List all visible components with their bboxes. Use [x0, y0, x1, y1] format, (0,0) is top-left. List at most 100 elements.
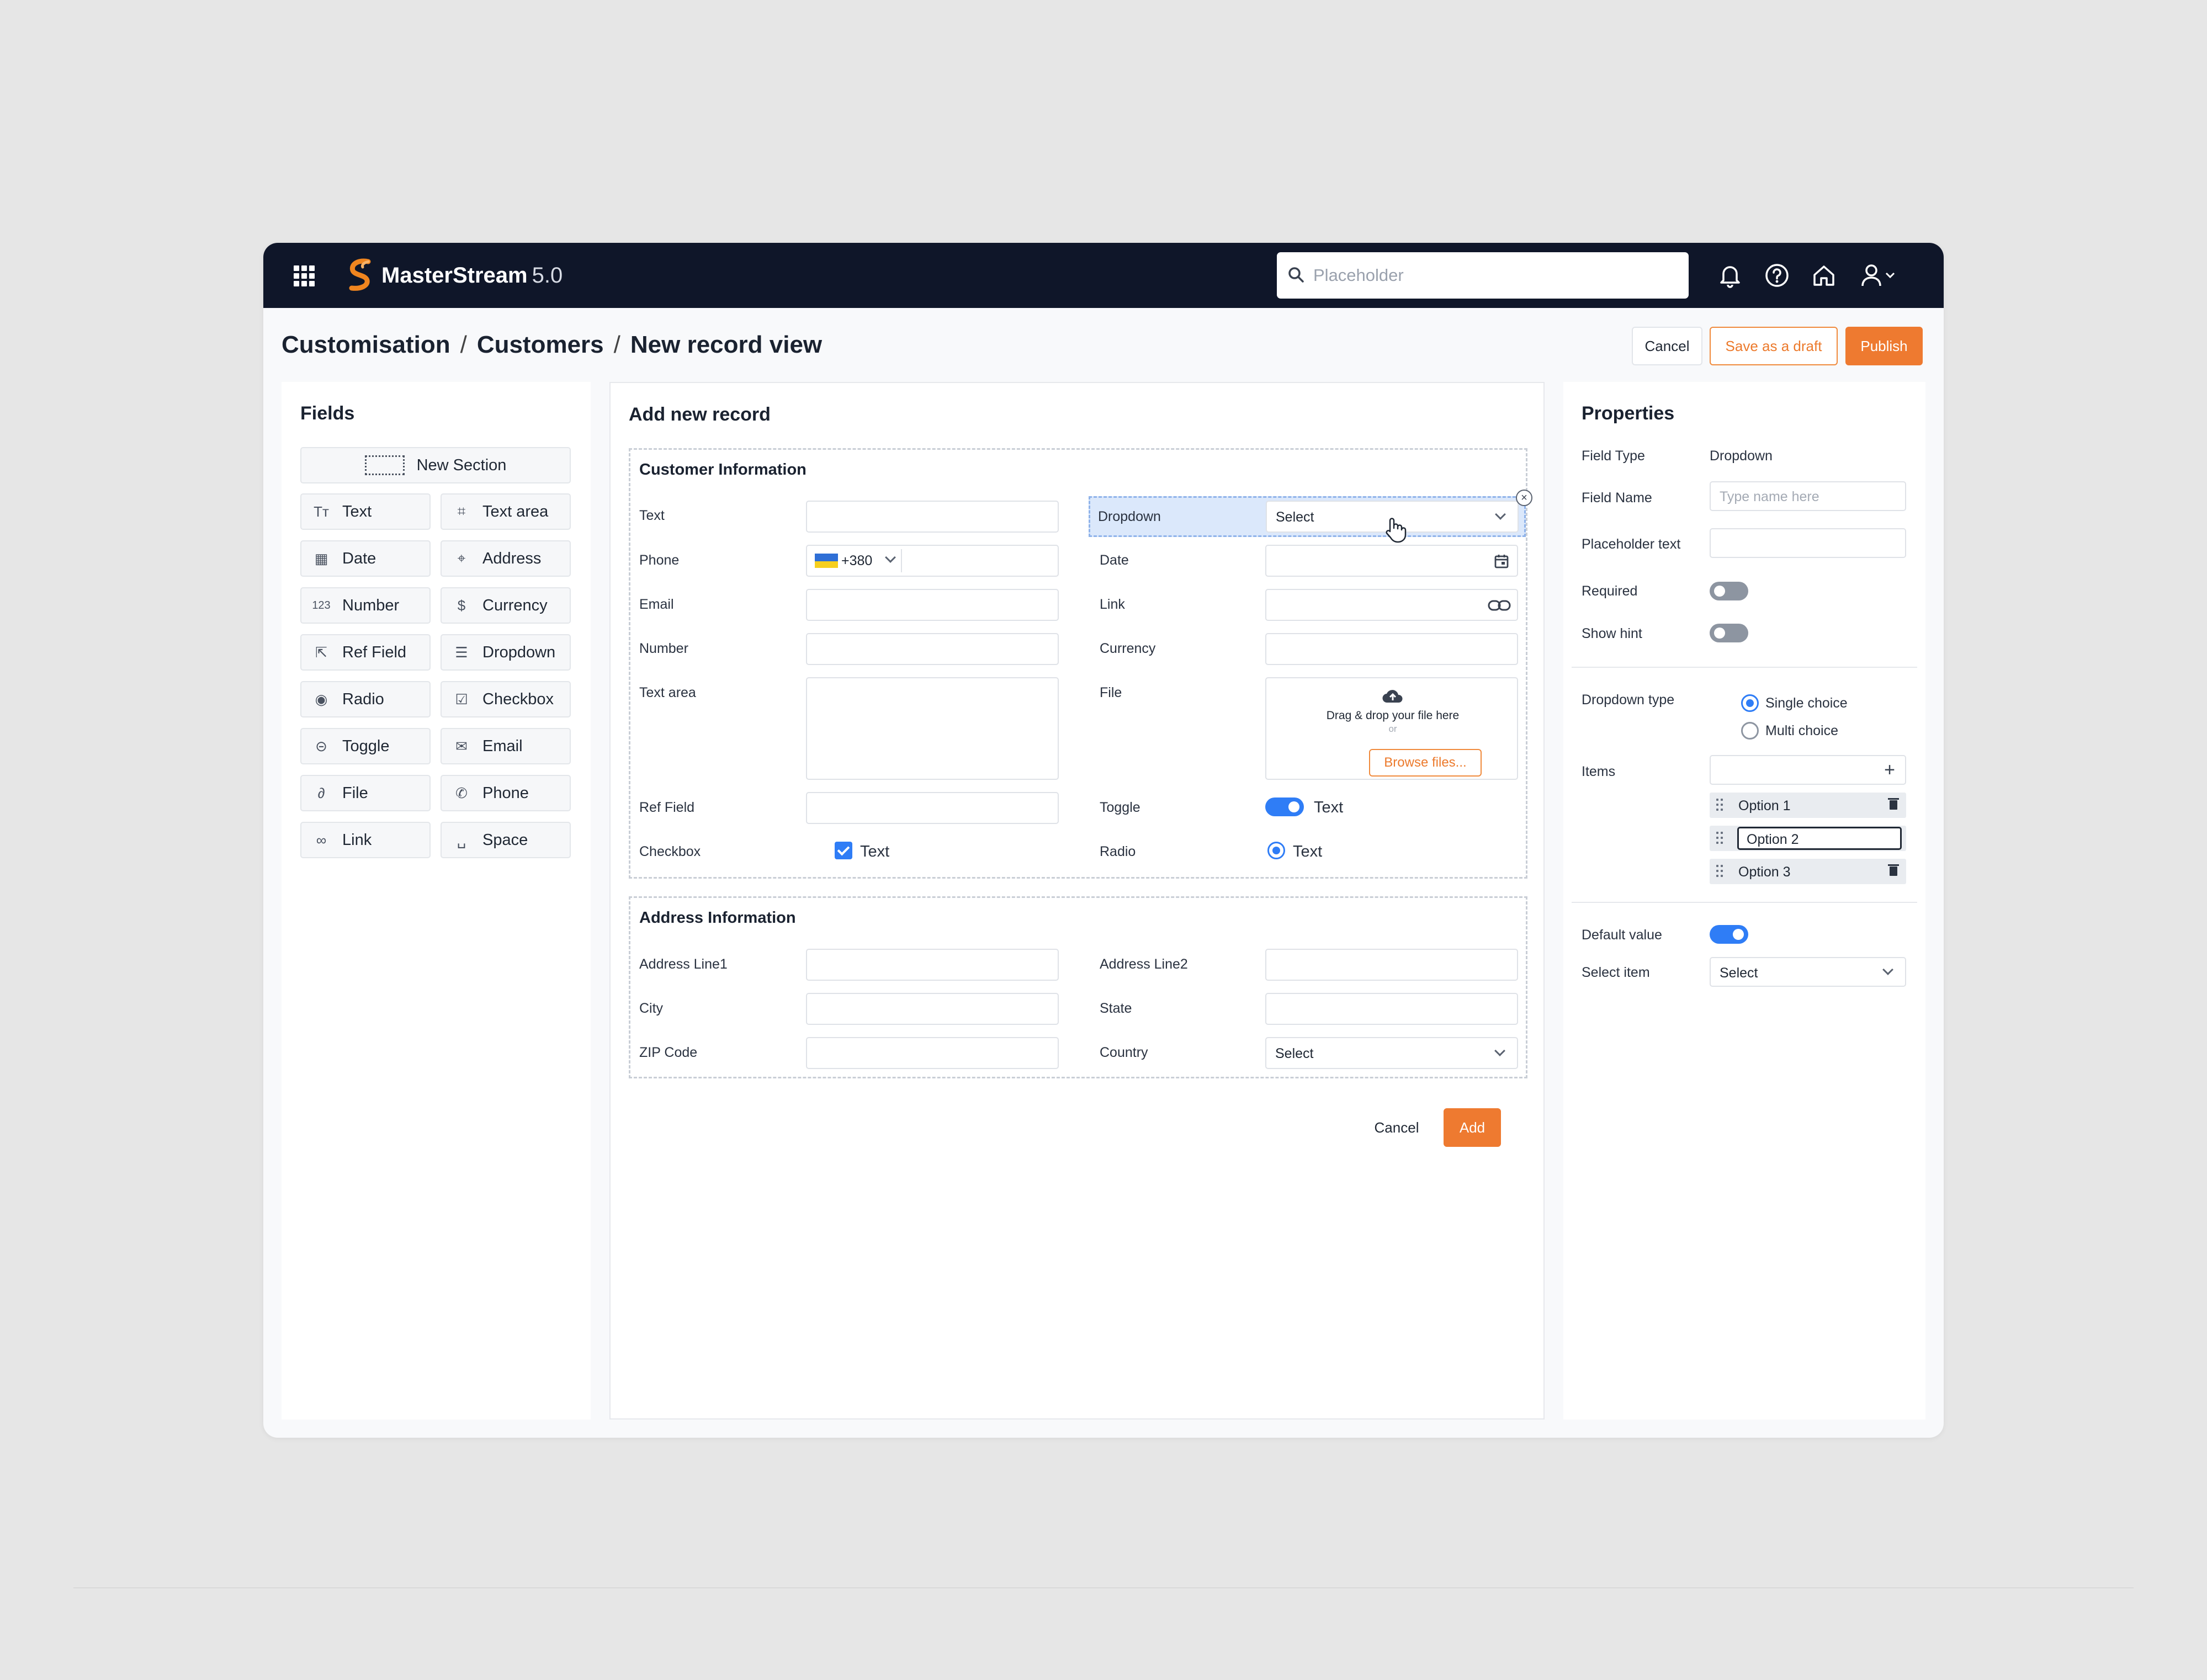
zip-code-input[interactable] [806, 1037, 1059, 1069]
publish-button[interactable]: Publish [1845, 327, 1923, 365]
remove-field-icon[interactable]: × [1516, 490, 1532, 506]
search-input[interactable] [1313, 252, 1678, 299]
field-palette-label: Email [482, 737, 523, 755]
multi-choice-radio[interactable] [1741, 722, 1759, 740]
date-input[interactable] [1265, 545, 1518, 577]
breadcrumb: Customisation / Customers / New record view [282, 331, 823, 358]
user-menu[interactable] [1856, 260, 1900, 290]
item-option-label: Option 1 [1738, 798, 1791, 814]
field-palette-item[interactable]: ⇱ Ref Field [300, 634, 431, 671]
browse-files-button[interactable]: Browse files... [1369, 749, 1482, 777]
field-palette-item[interactable]: ␣ Space [441, 822, 571, 858]
field-palette-item[interactable]: $ Currency [441, 587, 571, 624]
file-dropzone[interactable]: Drag & drop your file here or Browse fil… [1265, 677, 1518, 780]
phone-input[interactable]: +380 [806, 545, 1059, 577]
save-draft-button[interactable]: Save as a draft [1710, 327, 1838, 365]
single-choice-radio[interactable] [1741, 694, 1759, 712]
required-toggle[interactable] [1710, 582, 1748, 600]
currency-input[interactable] [1265, 633, 1518, 665]
number-icon: 123 [312, 599, 331, 612]
search-box[interactable] [1277, 252, 1689, 299]
address-line2-input[interactable] [1265, 949, 1518, 981]
drag-handle-icon[interactable] [1716, 799, 1723, 812]
breadcrumb-customisation[interactable]: Customisation [282, 331, 450, 358]
field-name-input[interactable]: Type name here [1710, 481, 1906, 511]
field-palette-item[interactable]: Tт Text [300, 493, 431, 530]
country-select[interactable]: Select [1265, 1037, 1518, 1069]
item-option-1[interactable]: Option 1 [1710, 793, 1906, 818]
file-or-text: or [1388, 724, 1397, 734]
email-input[interactable] [806, 589, 1059, 621]
app-brand: MasterStream 5.0 [381, 262, 563, 289]
field-palette-label: Radio [342, 690, 384, 708]
show-hint-toggle[interactable] [1710, 624, 1748, 642]
field-palette-item[interactable]: ✉ Email [441, 728, 571, 764]
add-button[interactable]: Add [1444, 1108, 1501, 1147]
new-section-label: New Section [416, 456, 507, 474]
fields-panel: Fields New Section Tт Text ⌗ Text area ▦ Date… [282, 382, 591, 1420]
placeholder-text-input[interactable] [1710, 528, 1906, 558]
field-palette-item[interactable]: ⌖ Address [441, 540, 571, 577]
address-info-section[interactable]: Address Information Address Line1 Addres… [629, 896, 1527, 1078]
link-icon: ∞ [316, 831, 327, 848]
field-palette-item[interactable]: ✆ Phone [441, 775, 571, 811]
field-palette-label: Toggle [342, 737, 390, 755]
state-input[interactable] [1265, 993, 1518, 1025]
customer-info-section[interactable]: Customer Information Text Phone +380 Ema… [629, 448, 1532, 879]
number-input[interactable] [806, 633, 1059, 665]
drag-handle-icon[interactable] [1716, 865, 1723, 878]
add-item-input[interactable]: + [1710, 755, 1906, 785]
home-icon[interactable] [1809, 260, 1839, 290]
email-label: Email [639, 597, 674, 612]
item-option-2[interactable]: Option 2 [1710, 826, 1906, 851]
field-palette-item[interactable]: ☑ Checkbox [441, 681, 571, 717]
field-palette-item[interactable]: ▦ Date [300, 540, 431, 577]
item-option-3[interactable]: Option 3 [1710, 859, 1906, 884]
trash-icon[interactable] [1888, 864, 1899, 876]
default-value-toggle[interactable] [1710, 925, 1748, 944]
calendar-icon[interactable] [1494, 554, 1509, 569]
text-area-label: Text area [639, 685, 696, 700]
field-palette-item[interactable]: 123 Number [300, 587, 431, 624]
divider [1572, 902, 1917, 903]
breadcrumb-customers[interactable]: Customers [477, 331, 604, 358]
link-input[interactable] [1265, 589, 1518, 621]
help-icon[interactable] [1762, 260, 1792, 290]
selected-dropdown-field[interactable]: Dropdown Select [1089, 496, 1526, 537]
default-value-label: Default value [1582, 927, 1662, 943]
file-drop-text: Drag & drop your file here [1326, 709, 1460, 722]
dropdown-type-label: Dropdown type [1582, 692, 1675, 708]
field-palette-item[interactable]: ◉ Radio [300, 681, 431, 717]
address-line1-input[interactable] [806, 949, 1059, 981]
field-palette-item[interactable]: ☰ Dropdown [441, 634, 571, 671]
link-label: Link [1100, 597, 1125, 612]
country-code-select[interactable]: +380 [810, 549, 902, 572]
field-palette-item[interactable]: ⊝ Toggle [300, 728, 431, 764]
toggle-switch[interactable] [1265, 798, 1304, 816]
field-palette-item[interactable]: ∂ File [300, 775, 431, 811]
field-palette-item[interactable]: ∞ Link [300, 822, 431, 858]
checkbox-checked[interactable] [835, 842, 852, 859]
plus-icon[interactable]: + [1884, 761, 1895, 779]
text-area-input[interactable] [806, 677, 1059, 780]
select-item-dropdown[interactable]: Select [1710, 957, 1906, 987]
field-palette-item[interactable]: ⌗ Text area [441, 493, 571, 530]
item-option-2-edit-input[interactable]: Option 2 [1737, 827, 1902, 850]
bell-icon[interactable] [1715, 260, 1745, 290]
drag-handle-icon[interactable] [1716, 832, 1723, 845]
trash-icon[interactable] [1888, 798, 1899, 810]
text-area-icon: ⌗ [457, 503, 466, 519]
new-section-item[interactable]: New Section [300, 447, 571, 483]
ref-field-input[interactable] [806, 792, 1059, 824]
cancel-button[interactable]: Cancel [1632, 327, 1702, 365]
field-palette-label: Text [342, 502, 372, 520]
phone-code: +380 [841, 553, 873, 568]
apps-grid-icon[interactable] [294, 265, 315, 286]
radio-button[interactable] [1267, 842, 1285, 859]
text-input[interactable] [806, 501, 1059, 533]
properties-title: Properties [1582, 403, 1675, 424]
country-value: Select [1275, 1046, 1314, 1061]
city-input[interactable] [806, 993, 1059, 1025]
page-divider [73, 1587, 2134, 1588]
form-cancel-button[interactable]: Cancel [1366, 1108, 1427, 1147]
